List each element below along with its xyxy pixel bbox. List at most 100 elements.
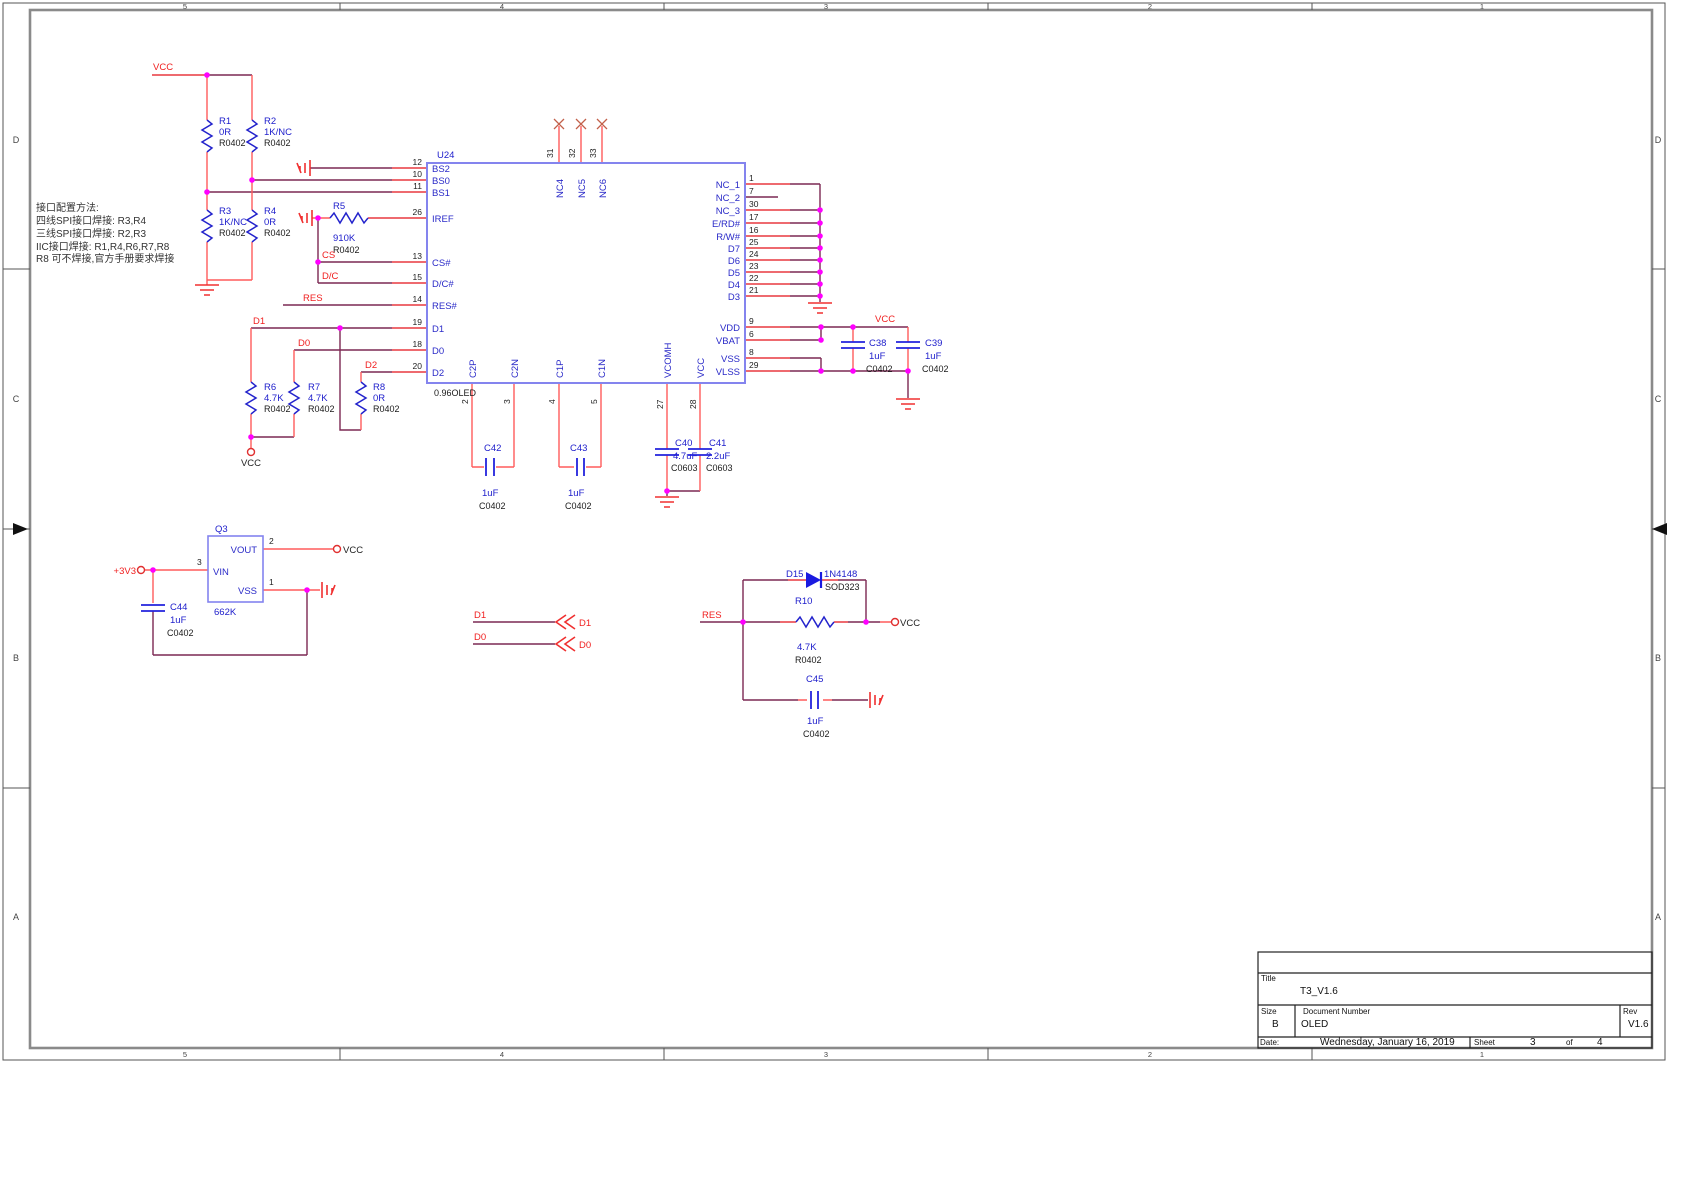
c38-value: 1uF (869, 351, 886, 362)
capacitor-c39[interactable]: C39 1uF C0402 (896, 338, 949, 374)
c40-refdes: C40 (675, 438, 692, 449)
offpage-connector-d1[interactable]: D1 (556, 615, 591, 629)
r1-package: R0402 (219, 138, 246, 148)
c45-package: C0402 (803, 729, 830, 739)
resistor-r2[interactable]: R2 1K/NC R0402 (247, 116, 292, 152)
u24-pinnum-30: 30 (749, 199, 759, 209)
r8-value: 0R (373, 393, 385, 404)
net-cs: CS (322, 250, 335, 261)
resistor-r10[interactable]: R10 4.7K R0402 (795, 596, 834, 665)
r6-package: R0402 (264, 404, 291, 414)
u24-refdes: U24 (437, 150, 454, 161)
row-left-c: C (13, 394, 20, 404)
r10-refdes: R10 (795, 596, 812, 607)
u24-pin-d3: D3 (728, 292, 740, 303)
r2-package: R0402 (264, 138, 291, 148)
titleblock-rev: V1.6 (1628, 1019, 1649, 1030)
r1-value: 0R (219, 127, 231, 138)
u24-pinnum-29: 29 (749, 360, 759, 370)
u24-pinnum-28: 28 (688, 399, 698, 409)
u24-pinnum-13: 13 (413, 251, 423, 261)
zone-top-4: 4 (500, 2, 504, 11)
u24-pinnum-23: 23 (749, 261, 759, 271)
vcc-port-q3[interactable] (334, 546, 341, 553)
note-line-2: 四线SPI接口焊接: R3,R4 (36, 214, 146, 227)
titleblock-sheet-total: 4 (1597, 1037, 1603, 1048)
u24-pinnum-21: 21 (749, 285, 759, 295)
u24-pin-d1: D1 (432, 324, 444, 335)
q3-pinnum-3: 3 (197, 557, 202, 567)
u24-pinnum-22: 22 (749, 273, 759, 283)
c42-value: 1uF (482, 488, 499, 499)
u24-pin-d7: D7 (728, 244, 740, 255)
resistor-r5[interactable]: R5 910K R0402 (330, 201, 368, 255)
vcc-port-r10[interactable] (892, 619, 899, 626)
u24-pin-vlss: VLSS (716, 367, 740, 378)
capacitor-c43[interactable]: C43 1uF C0402 (565, 443, 592, 511)
u24-pin-d2: D2 (432, 368, 444, 379)
c39-value: 1uF (925, 351, 942, 362)
offpage-d1-label: D1 (579, 618, 591, 629)
net-vcc-rail: VCC (875, 314, 895, 325)
zone-bottom-5: 5 (183, 1050, 187, 1059)
u24-pinnum-17: 17 (749, 212, 759, 222)
net-vcc-r10port: VCC (900, 618, 920, 629)
u24-pin-bs1: BS1 (432, 188, 450, 199)
u24-pin-rw: R/W# (716, 232, 740, 243)
u24-pin-c1n: C1N (597, 359, 608, 378)
r5-package: R0402 (333, 245, 360, 255)
u24-pinnum-10: 10 (413, 169, 423, 179)
vcc-port-r6[interactable] (248, 449, 255, 456)
c40-value: 4.7uF (673, 451, 697, 462)
capacitor-c38[interactable]: C38 1uF C0402 (841, 338, 893, 374)
d15-refdes: D15 (786, 569, 803, 580)
u24-pin-bs0: BS0 (432, 176, 450, 187)
u24-pinnum-1: 1 (749, 173, 754, 183)
u24-pin-nc6: NC6 (598, 179, 609, 198)
u24-pin-res: RES# (432, 301, 458, 312)
r7-refdes: R7 (308, 382, 320, 393)
q3-pin-vss: VSS (238, 586, 257, 597)
row-left-b: B (13, 653, 19, 663)
resistor-r6[interactable]: R6 4.7K R0402 (246, 382, 291, 414)
resistor-r8[interactable]: R8 0R R0402 (356, 382, 400, 414)
zone-top-2: 2 (1148, 2, 1152, 11)
titleblock-of-label: of (1566, 1038, 1573, 1047)
zone-top-3: 3 (824, 2, 828, 11)
titleblock-title: T3_V1.6 (1300, 986, 1338, 997)
resistor-r4[interactable]: R4 0R R0402 (247, 206, 291, 242)
titleblock-doc: OLED (1301, 1019, 1328, 1030)
r2-refdes: R2 (264, 116, 276, 127)
c39-package: C0402 (922, 364, 949, 374)
resistor-r3[interactable]: R3 1K/NC R0402 (202, 206, 247, 242)
c38-package: C0402 (866, 364, 893, 374)
regulator-q3[interactable]: Q3 662K VOUT VIN VSS 2 3 1 (197, 524, 274, 618)
ic-u24[interactable]: U24 0.96OLED BS2 BS0 BS1 IREF CS# D/C# R… (413, 119, 759, 409)
offpage-connector-d0[interactable]: D0 (556, 637, 591, 651)
u24-pin-vss: VSS (721, 354, 740, 365)
capacitor-c42[interactable]: C42 1uF C0402 (479, 443, 506, 511)
titleblock-doc-label: Document Number (1303, 1007, 1370, 1016)
r10-package: R0402 (795, 655, 822, 665)
q3-pinnum-2: 2 (269, 536, 274, 546)
offpage-d0-label: D0 (579, 640, 591, 651)
p3v3-port[interactable] (138, 567, 145, 574)
net-d0: D0 (298, 338, 310, 349)
capacitor-c44[interactable]: C44 1uF C0402 (141, 602, 194, 638)
u24-pin-c2n: C2N (510, 359, 521, 378)
zone-top-5: 5 (183, 2, 187, 11)
capacitor-c45[interactable]: C45 1uF C0402 (803, 674, 830, 739)
titleblock-rev-label: Rev (1623, 1007, 1637, 1016)
c39-refdes: C39 (925, 338, 942, 349)
u24-pinnum-4: 4 (547, 399, 557, 404)
u24-pin-nc2: NC_2 (716, 193, 740, 204)
u24-pinnum-2: 2 (460, 399, 470, 404)
interface-config-notes: 接口配置方法: 四线SPI接口焊接: R3,R4 三线SPI接口焊接: R2,R… (36, 201, 174, 265)
resistor-r7[interactable]: R7 4.7K R0402 (289, 382, 335, 414)
u24-pin-d0: D0 (432, 346, 444, 357)
titleblock-sheet-label: Sheet (1474, 1038, 1496, 1047)
u24-pin-c1p: C1P (555, 360, 566, 378)
u24-pin-nc1: NC_1 (716, 180, 740, 191)
resistor-r1[interactable]: R1 0R R0402 (202, 116, 246, 152)
u24-pin-nc4: NC4 (555, 179, 566, 198)
